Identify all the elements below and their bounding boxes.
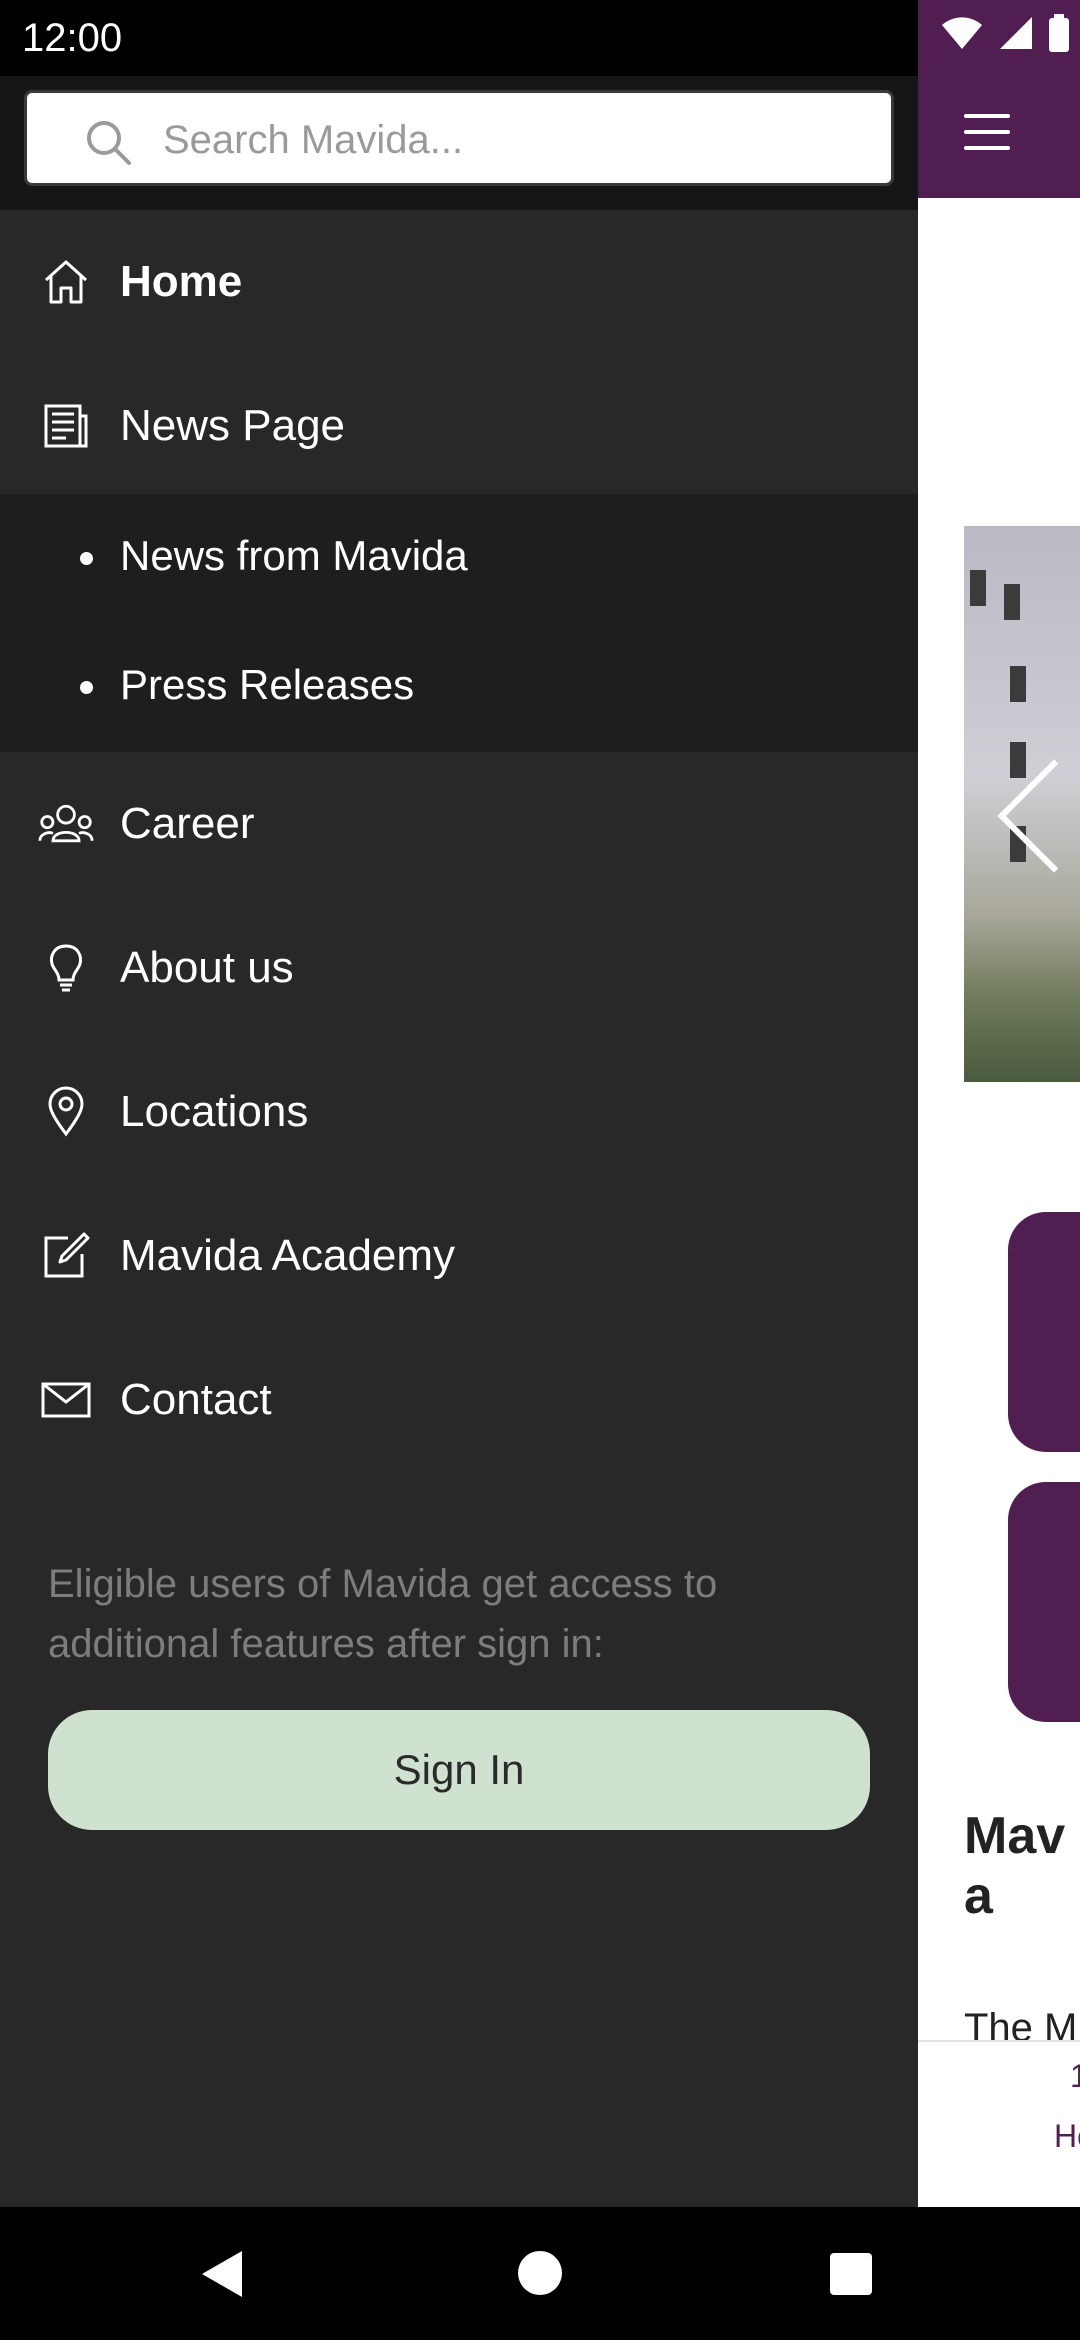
search-input[interactable] <box>163 107 863 173</box>
menu-label-home: Home <box>120 257 243 306</box>
menu-item-contact[interactable]: Contact <box>0 1328 918 1472</box>
menu-label-news-page: News Page <box>120 401 346 450</box>
news-submenu: News from Mavida Press Releases <box>0 494 918 752</box>
bottom-nav-icon-fragment: 1 <box>1070 2058 1080 2094</box>
menu-label-career: Career <box>120 799 255 848</box>
edit-icon <box>38 1228 94 1284</box>
location-pin-icon <box>38 1084 94 1140</box>
bottom-nav-home-label[interactable]: Ho <box>1054 2118 1080 2155</box>
menu-label-mavida-academy: Mavida Academy <box>120 1231 456 1280</box>
feature-button-1[interactable] <box>1008 1212 1080 1452</box>
menu-item-news-page[interactable]: News Page <box>0 354 918 498</box>
hero-image <box>964 526 1080 1082</box>
menu-label-contact: Contact <box>120 1375 272 1424</box>
submenu-item-press-releases[interactable]: Press Releases <box>0 623 918 752</box>
feature-button-2[interactable] <box>1008 1482 1080 1722</box>
recents-icon[interactable] <box>830 2253 872 2295</box>
menu-label-locations: Locations <box>120 1087 309 1136</box>
menu-label-about-us: About us <box>120 943 294 992</box>
submenu-item-news-from-mavida[interactable]: News from Mavida <box>0 494 918 623</box>
battery-icon <box>1049 14 1069 52</box>
signal-icon <box>1000 17 1032 49</box>
home-icon <box>38 254 94 310</box>
mail-icon <box>38 1372 94 1428</box>
search-icon <box>87 121 131 165</box>
menu-item-locations[interactable]: Locations <box>0 1040 918 1184</box>
submenu-label-press-releases: Press Releases <box>120 661 415 708</box>
menu-item-home[interactable]: Home <box>0 210 918 354</box>
menu-item-about-us[interactable]: About us <box>0 896 918 1040</box>
sign-in-info-text: Eligible users of Mavida get access to a… <box>48 1562 718 1666</box>
back-icon[interactable] <box>202 2251 242 2297</box>
menu-item-career[interactable]: Career <box>0 752 918 896</box>
status-icons <box>940 14 1070 52</box>
submenu-label-news-from-mavida: News from Mavida <box>120 532 468 579</box>
lightbulb-icon <box>38 940 94 996</box>
app-header <box>918 76 1080 198</box>
hamburger-icon[interactable] <box>964 112 1012 152</box>
bullet-icon <box>80 552 93 565</box>
home-circle-icon[interactable] <box>518 2251 562 2295</box>
newspaper-icon <box>38 398 94 454</box>
search-area <box>0 76 918 210</box>
sign-in-button[interactable]: Sign In <box>48 1710 870 1830</box>
menu-item-mavida-academy[interactable]: Mavida Academy <box>0 1184 918 1328</box>
system-nav-bar <box>0 2207 1080 2340</box>
background-app: Mav old a The M 1 Ho <box>918 76 1080 2207</box>
status-time: 12:00 <box>22 16 123 60</box>
bullet-icon <box>80 681 93 694</box>
search-box[interactable] <box>24 90 894 186</box>
app-article-title: Mav old a <box>964 1807 1080 1925</box>
career-icon <box>38 796 94 852</box>
app-bottom-nav: 1 Ho <box>918 2040 1080 2207</box>
navigation-drawer: Home News Page News from Mavida Press Re… <box>0 76 918 2207</box>
wifi-icon <box>942 17 982 49</box>
